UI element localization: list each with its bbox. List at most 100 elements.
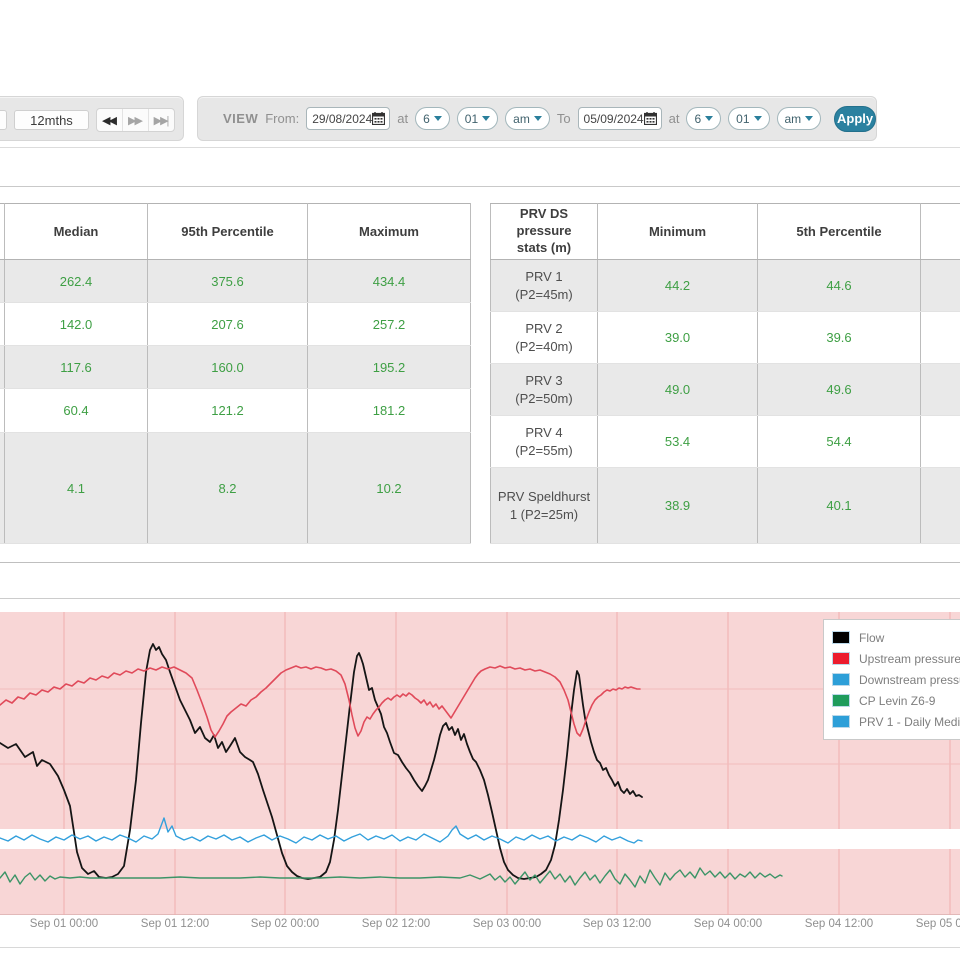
- prv-row-label: PRV 1 (P2=45m): [491, 260, 598, 312]
- range-12mths-button[interactable]: 12mths: [14, 110, 89, 130]
- chevron-down-icon: [705, 116, 713, 121]
- time-range-panel: 12mths ◀◀ ▶▶ ▶▶|: [0, 96, 184, 141]
- chevron-down-icon: [534, 116, 542, 121]
- calendar-icon[interactable]: [644, 112, 657, 125]
- to-ampm-select[interactable]: am: [777, 107, 822, 130]
- to-minute-select[interactable]: 01: [728, 107, 769, 130]
- x-axis-tick-label: Sep 04 12:00: [784, 918, 894, 930]
- legend-item-flow[interactable]: Flow: [832, 627, 960, 648]
- to-date-input[interactable]: 05/09/2024: [578, 107, 662, 130]
- legend-item-upstream-pressure[interactable]: Upstream pressure: [832, 648, 960, 669]
- table-row: 262.4 375.6 434.4: [0, 260, 471, 303]
- legend-label: Upstream pressure: [859, 652, 960, 666]
- table-row: 142.0 207.6 257.2: [0, 303, 471, 346]
- maximum-value: 434.4: [308, 260, 471, 303]
- column-header-5th-percentile: 5th Percentile: [758, 204, 921, 260]
- table-row: PRV Speldhurst 1 (P2=25m) 38.9 40.1: [491, 468, 960, 544]
- prv-row-label: PRV 3 (P2=50m): [491, 364, 598, 416]
- median-value: 117.6: [5, 346, 148, 389]
- from-date-value: 29/08/2024: [312, 112, 372, 126]
- downstream-pressure-swatch-icon: [832, 673, 850, 686]
- calendar-icon[interactable]: [372, 112, 385, 125]
- to-ampm-value: am: [785, 112, 802, 126]
- flow-swatch-icon: [832, 631, 850, 644]
- section-divider-top: [0, 186, 960, 187]
- skip-backward-icon[interactable]: ◀◀: [97, 109, 122, 131]
- toolbar-divider: [0, 147, 960, 148]
- view-range-panel: VIEW From: 29/08/2024 at 6 01 am To 05/0…: [197, 96, 877, 141]
- chart-plot-area: [0, 612, 960, 915]
- p5-value: 40.1: [758, 468, 921, 544]
- from-minute-select[interactable]: 01: [457, 107, 498, 130]
- legend-item-cp-levin[interactable]: CP Levin Z6-9: [832, 690, 960, 711]
- x-axis-tick-label: Sep 02 00:00: [230, 918, 340, 930]
- column-header-minimum: Minimum: [598, 204, 758, 260]
- legend-label: CP Levin Z6-9: [859, 694, 935, 708]
- x-axis-tick-label: Sep 01 00:00: [9, 918, 119, 930]
- table-row: PRV 1 (P2=45m) 44.2 44.6: [491, 260, 960, 312]
- from-ampm-select[interactable]: am: [505, 107, 550, 130]
- prv-row-label: PRV 4 (P2=55m): [491, 416, 598, 468]
- x-axis-labels: Sep 01 00:00Sep 01 12:00Sep 02 00:00Sep …: [0, 918, 960, 934]
- skip-to-last-icon[interactable]: ▶▶|: [148, 109, 174, 131]
- flow-stats-table: Median 95th Percentile Maximum 262.4 375…: [0, 203, 471, 544]
- at-label: at: [397, 111, 408, 126]
- p95-value: 121.2: [148, 389, 308, 433]
- table-row: 60.4 121.2 181.2: [0, 389, 471, 433]
- p95-value: 8.2: [148, 433, 308, 544]
- cp-levin-swatch-icon: [832, 694, 850, 707]
- p95-value: 207.6: [148, 303, 308, 346]
- table-row: 4.1 8.2 10.2: [0, 433, 471, 544]
- cut-off-range-button[interactable]: [0, 110, 7, 130]
- chevron-down-icon: [754, 116, 762, 121]
- x-axis-tick-label: Sep 05 00:00: [895, 918, 960, 930]
- p5-value: 54.4: [758, 416, 921, 468]
- from-hour-value: 6: [423, 112, 430, 126]
- section-divider: [0, 562, 960, 563]
- median-value: 262.4: [5, 260, 148, 303]
- chart-panel-divider: [0, 598, 960, 599]
- legend-label: Flow: [859, 631, 884, 645]
- legend-item-downstream-pressure[interactable]: Downstream pressure: [832, 669, 960, 690]
- x-axis-tick-label: Sep 02 12:00: [341, 918, 451, 930]
- minimum-value: 44.2: [598, 260, 758, 312]
- table-row: PRV 3 (P2=50m) 49.0 49.6: [491, 364, 960, 416]
- legend-item-prv1-daily-median[interactable]: PRV 1 - Daily Median: [832, 711, 960, 732]
- table-row: 117.6 160.0 195.2: [0, 346, 471, 389]
- prv1-daily-median-swatch-icon: [832, 715, 850, 728]
- p5-value: 44.6: [758, 260, 921, 312]
- skip-forward-icon[interactable]: ▶▶: [122, 109, 148, 131]
- p95-value: 375.6: [148, 260, 308, 303]
- upstream-pressure-swatch-icon: [832, 652, 850, 665]
- p95-value: 160.0: [148, 346, 308, 389]
- table-row: PRV 4 (P2=55m) 53.4 54.4: [491, 416, 960, 468]
- to-date-value: 05/09/2024: [584, 112, 644, 126]
- x-axis-tick-label: Sep 03 12:00: [562, 918, 672, 930]
- prv-ds-pressure-table: PRV DS pressure stats (m) Minimum 5th Pe…: [490, 203, 960, 544]
- chevron-down-icon: [434, 116, 442, 121]
- maximum-value: 181.2: [308, 389, 471, 433]
- bottom-divider: [0, 947, 960, 948]
- p5-value: 39.6: [758, 312, 921, 364]
- maximum-value: 10.2: [308, 433, 471, 544]
- chart-legend: Flow Upstream pressure Downstream pressu…: [823, 619, 960, 740]
- median-value: 142.0: [5, 303, 148, 346]
- from-date-input[interactable]: 29/08/2024: [306, 107, 390, 130]
- column-header-95th-percentile: 95th Percentile: [148, 204, 308, 260]
- apply-button[interactable]: Apply: [834, 106, 876, 132]
- minimum-value: 49.0: [598, 364, 758, 416]
- minimum-value: 38.9: [598, 468, 758, 544]
- legend-label: PRV 1 - Daily Median: [859, 715, 960, 729]
- to-hour-select[interactable]: 6: [686, 107, 721, 130]
- chevron-down-icon: [805, 116, 813, 121]
- from-label: From:: [265, 111, 299, 126]
- median-value: 60.4: [5, 389, 148, 433]
- prv-row-label: PRV 2 (P2=40m): [491, 312, 598, 364]
- minimum-value: 53.4: [598, 416, 758, 468]
- to-label: To: [557, 111, 571, 126]
- column-header: [921, 204, 960, 260]
- median-value: 4.1: [5, 433, 148, 544]
- from-hour-select[interactable]: 6: [415, 107, 450, 130]
- table-row: PRV 2 (P2=40m) 39.0 39.6: [491, 312, 960, 364]
- p5-value: 49.6: [758, 364, 921, 416]
